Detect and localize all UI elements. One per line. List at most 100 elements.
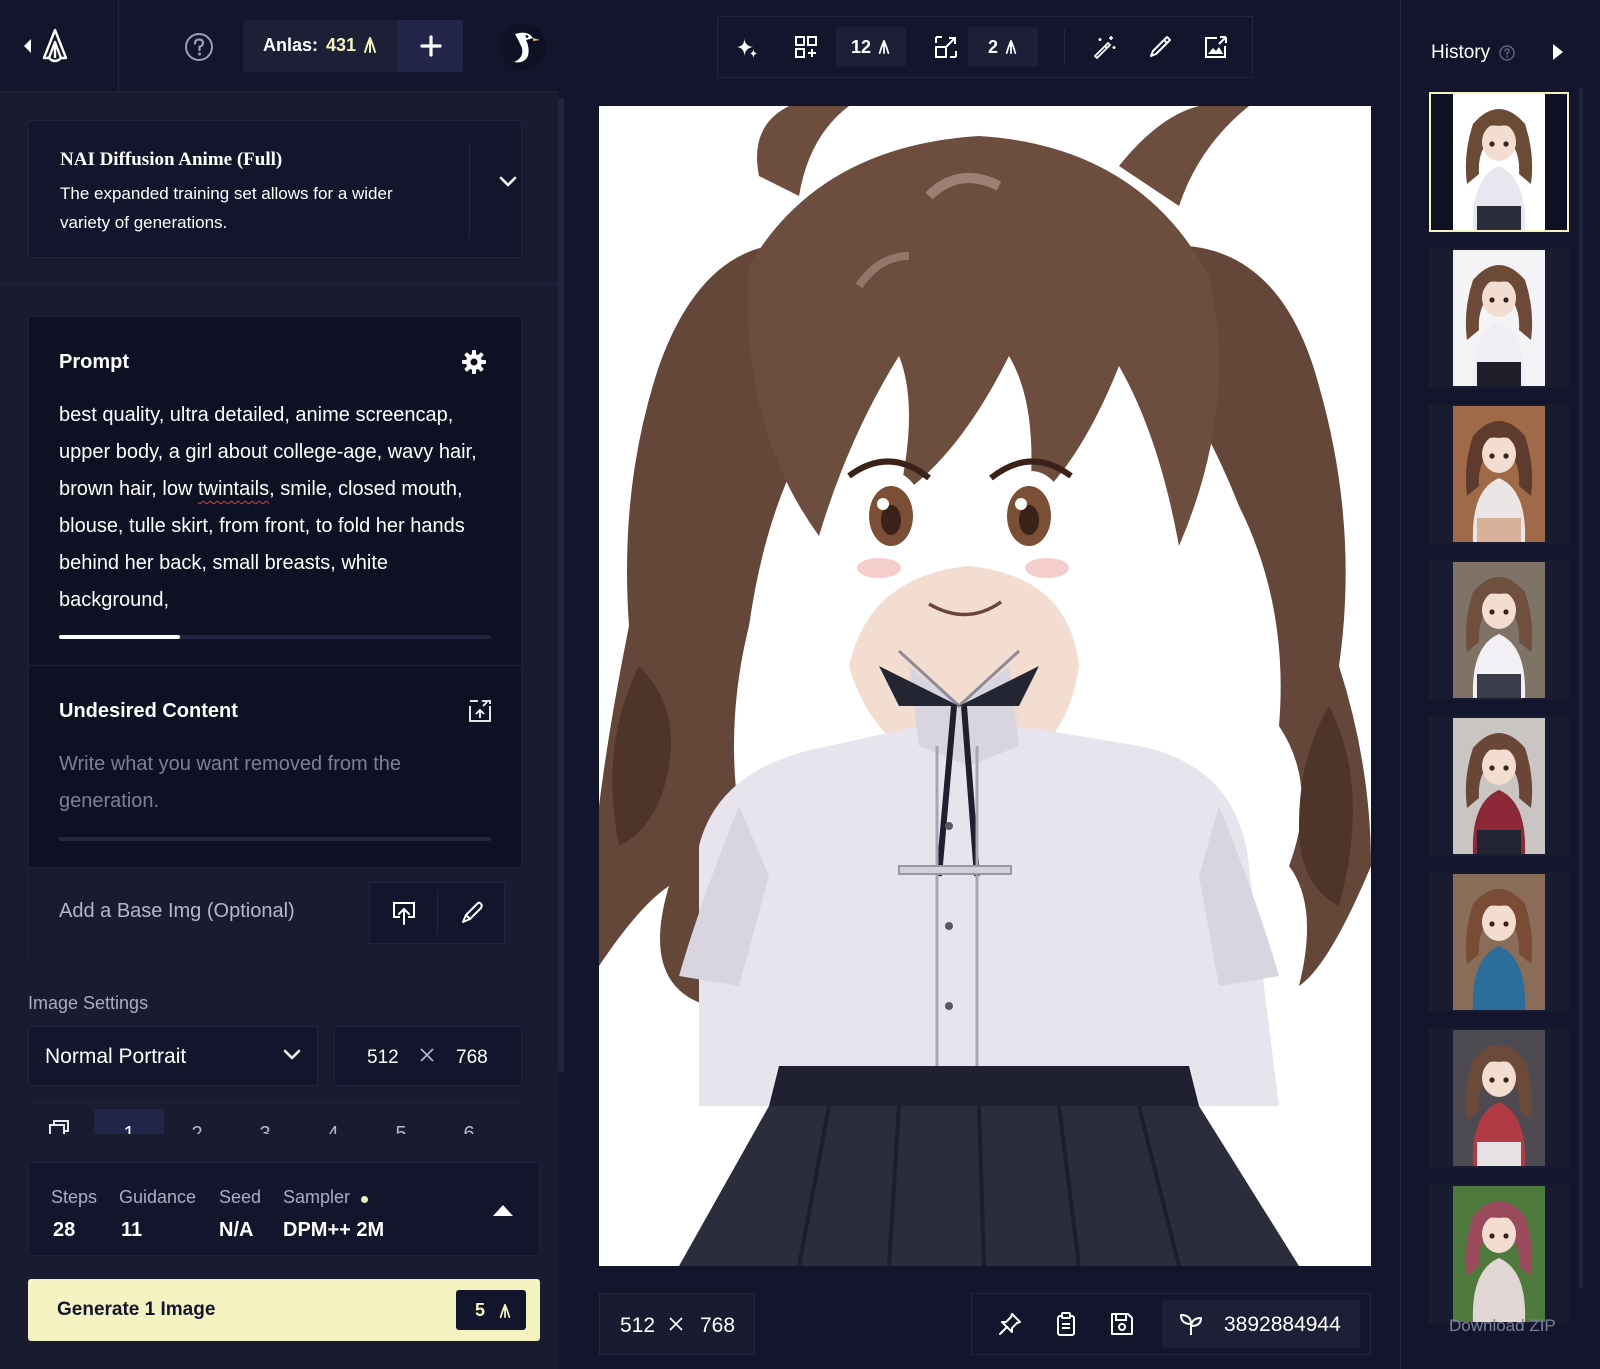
generate-button[interactable]: Generate 1 Image 5 (28, 1279, 540, 1341)
history-thumbnail-image (1453, 94, 1545, 230)
batch-tab-6[interactable]: 6 (434, 1109, 504, 1134)
history-thumb-2[interactable] (1429, 248, 1569, 388)
pin-image-button[interactable] (982, 1294, 1038, 1354)
help-button[interactable] (178, 26, 220, 68)
batch-tab-5[interactable]: 5 (366, 1109, 436, 1134)
enhance-prompt-button[interactable] (718, 17, 774, 77)
collapse-sidebar-button[interactable] (22, 28, 92, 64)
pen-icon (1147, 34, 1173, 60)
expand-settings-button[interactable] (483, 1193, 523, 1227)
history-thumb-5[interactable] (1429, 716, 1569, 856)
history-thumb-8[interactable] (1429, 1184, 1569, 1324)
pin-icon (997, 1311, 1023, 1337)
history-thumb-6[interactable] (1429, 872, 1569, 1012)
avatar-goose-icon (500, 24, 546, 70)
height-input[interactable]: 768 (456, 1047, 488, 1069)
steps-value: 28 (53, 1219, 76, 1241)
history-thumbnail-image (1453, 874, 1545, 1010)
user-avatar-button[interactable] (500, 24, 546, 70)
history-thumbnail-image (1453, 1186, 1545, 1322)
history-scrollbar[interactable] (1579, 88, 1583, 1288)
sparkle-icon (733, 34, 759, 60)
divider (0, 284, 558, 285)
anlas-coin-icon (877, 39, 891, 55)
upscale-cost-value: 2 (987, 36, 998, 57)
base-image-buttons (369, 882, 505, 944)
generate-label: Generate 1 Image (57, 1299, 216, 1320)
paint-base-image-button[interactable] (438, 883, 506, 943)
width-input[interactable]: 512 (367, 1047, 399, 1069)
triangle-right-icon (1551, 42, 1565, 62)
chevron-left-icon (22, 38, 32, 54)
history-thumb-7[interactable] (1429, 1028, 1569, 1168)
copy-image-button[interactable] (1038, 1294, 1094, 1354)
variations-cost-badge: 12 (836, 27, 906, 67)
history-thumb-4[interactable] (1429, 560, 1569, 700)
divider (118, 0, 119, 92)
batch-tab-1[interactable]: 1 (94, 1109, 164, 1134)
plus-icon (419, 35, 442, 57)
save-image-button[interactable] (1094, 1294, 1150, 1354)
model-selector[interactable]: NAI Diffusion Anime (Full) The expanded … (28, 120, 522, 258)
left-panel: Anlas: 431 NAI Diffusion Anime (Full) Th… (0, 0, 558, 1369)
novelai-logo-icon (40, 28, 70, 64)
upload-icon (391, 900, 417, 926)
misspelled-word: twintails (197, 478, 270, 500)
image-settings-label: Image Settings (28, 993, 149, 1013)
gear-icon (461, 349, 487, 375)
history-thumbnail-image (1453, 250, 1545, 386)
undesired-content-input[interactable]: Write what you want removed from the gen… (59, 746, 479, 820)
history-thumb-3[interactable] (1429, 404, 1569, 544)
question-circle-icon[interactable] (1499, 45, 1515, 61)
generated-image[interactable] (599, 106, 1371, 1266)
collapse-history-button[interactable] (1551, 42, 1565, 62)
seedling-icon (1178, 1312, 1204, 1336)
resolution-preset-select[interactable]: Normal Portrait (28, 1026, 318, 1086)
prompt-input[interactable]: best quality, ultra detailed, anime scre… (59, 397, 499, 619)
history-thumbnail-image (1453, 718, 1545, 854)
inpaint-button[interactable] (1132, 17, 1188, 77)
prompt-scrollbar-thumb[interactable] (59, 635, 180, 639)
sampler-label: Sampler (283, 1187, 351, 1207)
history-thumbnail-image (1453, 1030, 1545, 1166)
variations-cost-value: 12 (850, 36, 872, 57)
upload-base-image-button[interactable] (370, 883, 438, 943)
seed-copy-button[interactable]: 3892884944 (1162, 1300, 1360, 1348)
prompt-settings-button[interactable] (461, 349, 487, 375)
history-panel: History Download ZIP (1400, 0, 1600, 1369)
batch-tab-2[interactable]: 2 (162, 1109, 232, 1134)
enhance-image-button[interactable] (1076, 17, 1132, 77)
base-image-row: Add a Base Img (Optional) (29, 867, 521, 963)
seed-value: 3892884944 (1224, 1313, 1341, 1336)
seed-value: N/A (219, 1219, 254, 1241)
image-dimensions: 512 768 (599, 1293, 755, 1355)
times-icon (668, 1316, 684, 1332)
triangle-up-icon (491, 1203, 515, 1217)
undesired-scrollbar[interactable] (59, 837, 491, 841)
generation-settings-summary[interactable]: Steps 28 Guidance 11 Seed N/A Sampler DP… (28, 1162, 540, 1256)
image-height: 768 (700, 1314, 736, 1337)
batch-tab-4[interactable]: 4 (298, 1109, 368, 1134)
divider (29, 665, 521, 666)
download-zip-button[interactable]: Download ZIP (1449, 1316, 1556, 1336)
upscale-button[interactable] (918, 17, 974, 77)
import-undesired-button[interactable] (467, 698, 493, 724)
variations-button[interactable] (778, 17, 834, 77)
undesired-content-title: Undesired Content (59, 700, 238, 722)
history-thumbnail-image (1453, 562, 1545, 698)
left-panel-scrollbar[interactable] (558, 98, 564, 1072)
buy-anlas-button[interactable] (398, 20, 463, 72)
edit-image-button[interactable] (1188, 17, 1244, 77)
guidance-label: Guidance (119, 1187, 197, 1207)
batch-tab-3[interactable]: 3 (230, 1109, 300, 1134)
prompt-title: Prompt (59, 351, 129, 373)
clipboard-icon (1053, 1311, 1079, 1337)
history-title: History (1431, 42, 1491, 63)
paintbrush-icon (459, 900, 485, 926)
generate-cost-badge: 5 (456, 1290, 526, 1330)
prompt-scrollbar[interactable] (59, 635, 491, 639)
history-thumb-1[interactable] (1429, 92, 1569, 232)
prompt-panel: Prompt best quality, ultra detailed, ani… (28, 316, 522, 964)
anlas-label: Anlas: (263, 35, 319, 55)
resolution-dimensions: 512 768 (334, 1026, 522, 1086)
